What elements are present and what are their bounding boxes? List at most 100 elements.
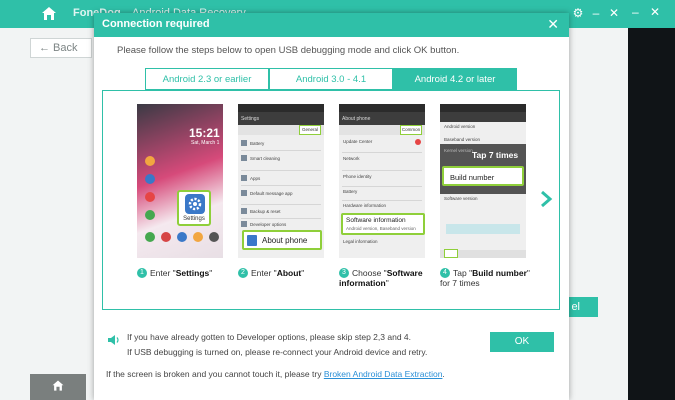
software-row: Android version: [444, 124, 476, 129]
home-button[interactable]: [30, 374, 86, 400]
phone-button: [446, 224, 520, 234]
step-3: About phone Common Update Center Network…: [339, 104, 431, 288]
tab-android-4-2[interactable]: Android 4.2 or later: [393, 68, 517, 90]
step-4: Android version Baseband version Kernel …: [440, 104, 532, 288]
phone-screenshot-home: 15:21 Sat, March 1 Settings: [137, 104, 223, 258]
phone-clock: 15:21: [189, 126, 220, 140]
build-number-highlight: Build number: [442, 166, 524, 186]
step-number: 3: [339, 268, 349, 278]
row-divider: [342, 152, 422, 153]
software-row: Kernel version: [444, 148, 473, 153]
row-divider: [241, 150, 321, 151]
alert-icon: [415, 139, 421, 145]
software-info-highlight: Software information Android version, Ba…: [341, 213, 425, 235]
row-divider: [241, 185, 321, 186]
phone-header: [440, 112, 526, 122]
phone-icon: [247, 235, 257, 246]
close-window-icon[interactable]: ✕: [650, 5, 660, 19]
step-2: Settings General Battery Smart cleaning …: [238, 104, 330, 278]
row-divider: [241, 170, 321, 171]
home-icon[interactable]: [40, 5, 58, 23]
caption-text: Enter ": [150, 268, 176, 278]
caption-bold: About: [276, 268, 302, 278]
step-caption: 2 Enter "About": [238, 268, 330, 278]
row-divider: [342, 186, 422, 187]
phone-screenshot-software: Android version Baseband version Kernel …: [440, 104, 526, 258]
about-row: Update Center: [343, 139, 373, 144]
notes: If you have already gotten to Developer …: [127, 330, 427, 360]
caption-bold: Build number: [472, 268, 527, 278]
settings-label: Settings: [183, 216, 205, 222]
about-phone-highlight: About phone: [242, 230, 322, 250]
tab-android-2-3[interactable]: Android 2.3 or earlier: [145, 68, 269, 90]
tap-hint: Tap 7 times: [472, 150, 519, 160]
app-icon: [145, 232, 155, 242]
step-caption: 3 Choose "Software information": [339, 268, 431, 288]
settings-row: Battery: [250, 141, 265, 146]
chevron-right-icon[interactable]: [539, 189, 553, 209]
phone-screenshot-settings: Settings General Battery Smart cleaning …: [238, 104, 324, 258]
settings-row: Smart cleaning: [250, 156, 281, 161]
about-row: Battery: [343, 189, 358, 194]
back-button[interactable]: ← Back: [30, 38, 92, 58]
row-divider: [342, 170, 422, 171]
footer-text: If the screen is broken and you cannot t…: [106, 369, 324, 379]
step-caption: 1 Enter "Settings": [137, 268, 229, 278]
app-icon: [193, 232, 203, 242]
app-icon: [161, 232, 171, 242]
gear-icon: [185, 194, 205, 214]
broken-extraction-link[interactable]: Broken Android Data Extraction: [324, 369, 443, 379]
app-icon: [145, 210, 155, 220]
minimize-icon[interactable]: –: [588, 4, 604, 22]
home-icon: [52, 380, 64, 391]
dialog-title: Connection required: [102, 18, 210, 30]
about-row: Legal information: [343, 239, 378, 244]
ok-button[interactable]: OK: [490, 332, 554, 352]
caption-text: ": [209, 268, 213, 278]
app-icon: [177, 232, 187, 242]
general-tab-highlight: General: [299, 125, 321, 135]
speaker-icon: [108, 335, 119, 345]
window-controls-right: – ✕: [628, 0, 675, 28]
about-row: Phone identity: [343, 174, 372, 179]
caption-text: ": [385, 278, 389, 288]
row-icon: [241, 208, 247, 214]
app-icon: [209, 232, 219, 242]
phone-statusbar: [339, 104, 425, 112]
settings-icon[interactable]: ⚙: [570, 4, 586, 22]
app-icon: [145, 192, 155, 202]
settings-row: Backup & reset: [250, 209, 281, 214]
software-info-subtitle: Android version, Baseband version: [346, 226, 416, 231]
back-icon: [444, 249, 458, 258]
settings-highlight: Settings: [177, 190, 211, 226]
step-number: 2: [238, 268, 248, 278]
about-row: Network: [343, 156, 360, 161]
phone-date: Sat, March 1: [191, 140, 220, 146]
footer-end: .: [442, 369, 445, 379]
phone-screenshot-about: About phone Common Update Center Network…: [339, 104, 425, 258]
software-row: Baseband version: [444, 137, 481, 142]
settings-row: Default message app: [250, 191, 293, 196]
caption-text: Enter ": [251, 268, 277, 278]
software-row: Software version: [444, 196, 478, 201]
row-icon: [241, 155, 247, 161]
row-divider: [241, 218, 321, 219]
phone-header: About phone: [339, 112, 425, 125]
row-icon: [241, 190, 247, 196]
close-window-icon[interactable]: ✕: [606, 4, 622, 22]
phone-header: Settings: [238, 112, 324, 125]
tab-android-3-0[interactable]: Android 3.0 - 4.1: [269, 68, 393, 90]
phone-statusbar: [238, 104, 324, 112]
dialog-intro: Please follow the steps below to open US…: [117, 45, 460, 56]
settings-row: Apps: [250, 176, 261, 181]
step-caption: 4 Tap "Build number" for 7 times: [440, 268, 532, 288]
note-line: If you have already gotten to Developer …: [127, 332, 411, 342]
app-icon: [145, 174, 155, 184]
minimize-icon[interactable]: –: [632, 5, 639, 19]
app-icon: [145, 156, 155, 166]
step-number: 1: [137, 268, 147, 278]
connection-dialog: Connection required ✕ Please follow the …: [94, 13, 569, 400]
close-icon[interactable]: ✕: [547, 16, 559, 32]
row-divider: [342, 200, 422, 201]
footer-hint: If the screen is broken and you cannot t…: [106, 369, 445, 379]
